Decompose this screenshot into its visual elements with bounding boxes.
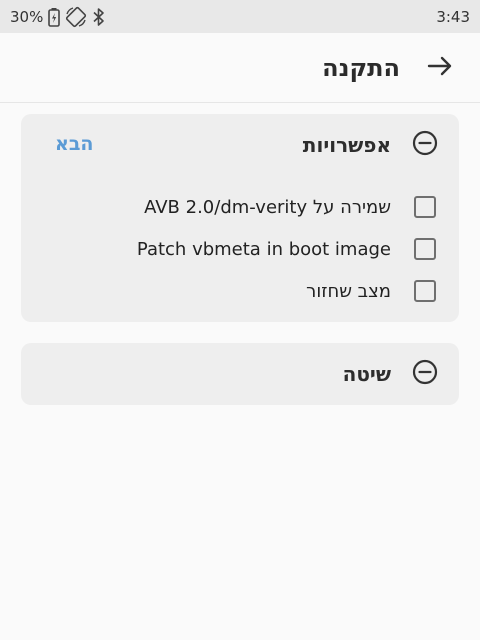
method-card: שיטה: [21, 343, 459, 405]
battery-charging-icon: [48, 7, 61, 27]
option-row-vbmeta[interactable]: Patch vbmeta in boot image: [21, 228, 459, 270]
back-button[interactable]: [400, 33, 480, 103]
avb-checkbox[interactable]: [414, 196, 436, 218]
options-card-header: אפשרויות הבא: [21, 114, 459, 176]
checkbox-wrap: [391, 186, 459, 228]
checkbox-wrap: [391, 228, 459, 270]
options-card: אפשרויות הבא שמירה על AVB 2.0/dm-verity …: [21, 114, 459, 322]
options-collapse-button[interactable]: [391, 114, 459, 176]
method-collapse-button[interactable]: [391, 343, 459, 405]
status-left-group: 30%: [10, 6, 106, 28]
next-button[interactable]: הבא: [55, 133, 93, 155]
status-time: 3:43: [436, 7, 470, 26]
minus-circle-icon: [412, 359, 438, 389]
option-label: מצב שחזור: [306, 280, 391, 302]
recovery-mode-checkbox[interactable]: [414, 280, 436, 302]
vbmeta-checkbox[interactable]: [414, 238, 436, 260]
checkbox-wrap: [391, 270, 459, 312]
app-bar: התקנה: [0, 33, 480, 103]
status-bar: 30% 3:43: [0, 0, 480, 33]
option-label: שמירה על AVB 2.0/dm-verity: [144, 196, 391, 218]
method-card-header: שיטה: [21, 343, 459, 405]
method-card-title: שיטה: [342, 362, 391, 386]
battery-percentage: 30%: [10, 7, 44, 26]
option-label: Patch vbmeta in boot image: [136, 238, 391, 260]
auto-rotate-icon: [65, 6, 87, 28]
page-title: התקנה: [322, 53, 400, 82]
bluetooth-icon: [92, 7, 106, 27]
options-list: שמירה על AVB 2.0/dm-verity Patch vbmeta …: [21, 176, 459, 312]
option-row-recovery[interactable]: מצב שחזור: [21, 270, 459, 312]
options-card-title: אפשרויות: [302, 133, 391, 157]
minus-circle-icon: [412, 130, 438, 160]
option-row-avb[interactable]: שמירה על AVB 2.0/dm-verity: [21, 186, 459, 228]
arrow-right-icon: [427, 56, 453, 80]
